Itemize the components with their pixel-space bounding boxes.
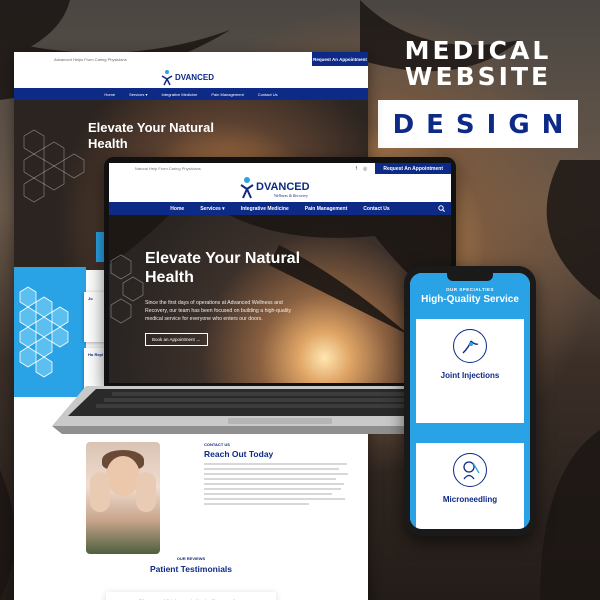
- service-card-microneedling[interactable]: Microneedling: [416, 443, 524, 529]
- facebook-icon[interactable]: f: [356, 166, 357, 172]
- laptop-logo[interactable]: DVANCED Wellness & Recovery: [109, 174, 451, 202]
- svg-text:DVANCED: DVANCED: [175, 73, 214, 82]
- testimonials-section: OUR REVIEWS Patient Testimonials "I have…: [14, 556, 368, 600]
- promo-headline: MEDICAL WEBSITE DESIGN: [378, 38, 578, 148]
- laptop-topbar: Natural Help From Caring Physicians f ◎ …: [109, 163, 451, 174]
- desktop-service-card-label: Jo: [88, 296, 93, 301]
- laptop-nav-pain[interactable]: Pain Management: [305, 206, 348, 212]
- testimonials-title: Patient Testimonials: [149, 564, 233, 574]
- specialties-title: High-Quality Service: [421, 294, 519, 305]
- desktop-topbar-tagline: Advanced Helps From Caring Physicians: [54, 56, 127, 62]
- phone-screen: OUR SPECIALTIES High-Quality Service Joi…: [410, 273, 530, 529]
- phone-notch: [447, 273, 493, 281]
- service-card-label: Microneedling: [442, 495, 498, 504]
- service-card-label: Joint Injections: [440, 371, 500, 380]
- desktop-logo[interactable]: DVANCED: [14, 66, 368, 88]
- headline-boxed-word: DESIGN: [378, 100, 578, 148]
- joint-icon: [453, 329, 487, 363]
- desktop-blue-panel: [14, 267, 86, 397]
- book-appointment-button[interactable]: Book an Appointment →: [145, 333, 208, 346]
- contact-section: CONTACT US Reach Out Today: [204, 442, 354, 508]
- laptop-appointment-button[interactable]: Request An Appointment: [375, 163, 451, 174]
- specialties-list: Joint Injections Microneedling: [410, 317, 530, 529]
- headline-line-1: MEDICAL: [404, 36, 552, 65]
- desktop-nav-item[interactable]: Services ▾: [129, 92, 147, 97]
- service-card-joint-injections[interactable]: Joint Injections: [416, 319, 524, 423]
- desktop-hero-title: Elevate Your Natural Health: [88, 120, 214, 151]
- search-icon[interactable]: [438, 205, 445, 212]
- desktop-appointment-button[interactable]: Request An Appointment: [312, 52, 368, 66]
- desktop-nav-item[interactable]: Integrative Medicine: [162, 92, 198, 97]
- laptop-logo-sub: Wellness & Recovery: [274, 193, 308, 198]
- laptop-topbar-tagline: Natural Help From Caring Physicians: [135, 166, 201, 171]
- face-needle-icon: [453, 453, 487, 487]
- desktop-nav: Home Services ▾ Integrative Medicine Pai…: [14, 88, 368, 100]
- phone-mockup: OUR SPECIALTIES High-Quality Service Joi…: [404, 266, 536, 536]
- desktop-nav-item[interactable]: Pain Management: [211, 92, 243, 97]
- contact-title: Reach Out Today: [204, 449, 274, 459]
- laptop-hero-description: Since the first days of operations at Ad…: [145, 300, 292, 322]
- desktop-nav-item[interactable]: Home: [104, 92, 115, 97]
- headline-line-2: WEBSITE: [404, 62, 552, 91]
- desktop-service-card-label: Ho Repl: [88, 352, 104, 357]
- laptop-nav-contact[interactable]: Contact Us: [363, 206, 389, 212]
- instagram-icon[interactable]: ◎: [363, 166, 367, 172]
- desktop-topbar: Advanced Helps From Caring Physicians Re…: [14, 52, 368, 66]
- laptop-screen: Natural Help From Caring Physicians f ◎ …: [109, 163, 451, 383]
- laptop-nav: Home Services ▾ Integrative Medicine Pai…: [109, 202, 451, 215]
- logo-figure-icon: DVANCED Wellness & Recovery: [240, 177, 310, 199]
- desktop-nav-item[interactable]: Contact Us: [258, 92, 278, 97]
- laptop-hero-title: Elevate Your Natural Health: [145, 250, 301, 286]
- specialties-eyebrow: OUR SPECIALTIES: [446, 287, 494, 292]
- spa-treatment-photo: [86, 442, 160, 554]
- laptop-nav-integrative[interactable]: Integrative Medicine: [241, 206, 289, 212]
- testimonials-eyebrow: OUR REVIEWS: [176, 556, 206, 561]
- hexagon-pattern-blue: [19, 286, 69, 378]
- testimonial-quote: "I have never felt truly respected in a …: [106, 592, 276, 600]
- laptop-nav-services[interactable]: Services ▾: [200, 206, 224, 212]
- laptop-nav-home[interactable]: Home: [170, 206, 184, 212]
- contact-eyebrow: CONTACT US: [204, 442, 230, 447]
- laptop-logo-text: DVANCED: [256, 181, 310, 193]
- logo-figure-icon: DVANCED: [161, 70, 214, 86]
- laptop-hero: Elevate Your Natural Health Since the fi…: [109, 215, 451, 383]
